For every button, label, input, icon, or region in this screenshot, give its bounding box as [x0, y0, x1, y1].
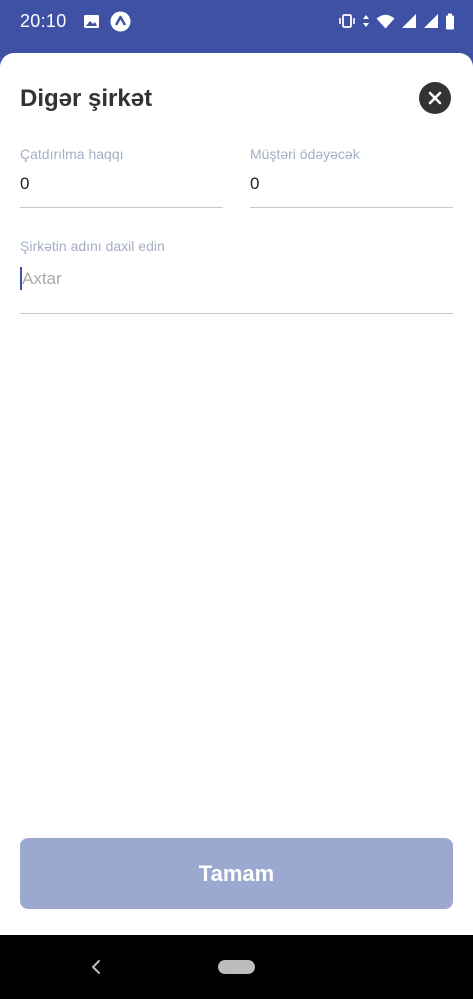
customer-pays-value[interactable]: 0 [250, 174, 453, 194]
delivery-fee-underline [20, 207, 223, 208]
home-pill-icon[interactable] [218, 960, 255, 974]
status-right-icons [338, 13, 455, 30]
status-time: 20:10 [20, 10, 67, 31]
close-icon [428, 91, 442, 105]
close-button[interactable] [419, 82, 451, 114]
company-search-wrap[interactable] [20, 267, 442, 290]
company-name-label-wrap: Şirkətin adını daxil edin [20, 238, 453, 254]
delivery-fee-label: Çatdırılma haqqı [20, 146, 124, 162]
signal-icon [401, 13, 417, 29]
customer-pays-underline [250, 207, 453, 208]
expo-icon [110, 11, 131, 32]
battery-icon [445, 13, 455, 30]
status-left-icons [83, 11, 131, 32]
signal-icon-2 [423, 13, 439, 29]
app-screen: 20:10 Digər şirkət Çatdırılma haqqı 0 Mü… [0, 0, 473, 999]
company-search-input[interactable] [22, 268, 442, 289]
company-search-underline [20, 313, 453, 314]
delivery-fee-value[interactable]: 0 [20, 174, 223, 194]
customer-pays-field[interactable]: Müştəri ödəyəcək 0 [250, 146, 453, 194]
system-nav-bar [0, 935, 473, 999]
sheet-title: Digər şirkət [20, 85, 153, 112]
other-company-sheet: Digər şirkət Çatdırılma haqqı 0 Müştəri … [0, 53, 473, 935]
company-name-label: Şirkətin adını daxil edin [20, 238, 165, 254]
status-bar: 20:10 [0, 0, 473, 42]
customer-pays-label: Müştəri ödəyəcək [250, 146, 360, 162]
done-button[interactable]: Tamam [20, 838, 453, 909]
back-icon[interactable] [90, 959, 102, 980]
delivery-fee-field[interactable]: Çatdırılma haqqı 0 [20, 146, 223, 194]
image-icon [83, 14, 100, 29]
vibrate-icon [338, 14, 356, 28]
data-arrows-icon [362, 14, 370, 28]
wifi-icon [376, 14, 395, 29]
